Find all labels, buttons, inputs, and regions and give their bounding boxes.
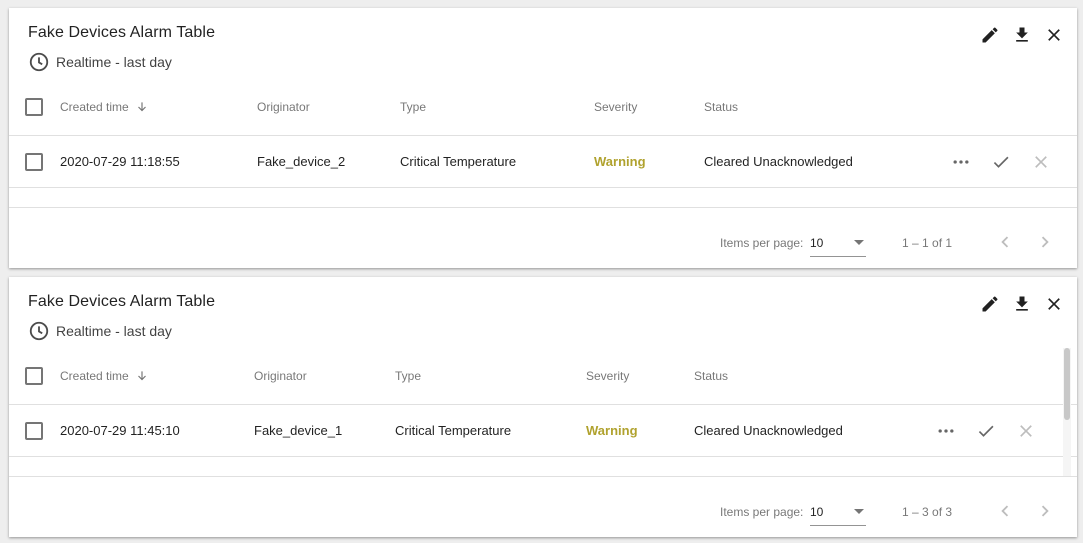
close-icon [1020, 424, 1032, 437]
alarm-table: Created time Originator Type Severity St… [9, 348, 1077, 457]
close-button[interactable] [1043, 24, 1065, 46]
header-originator[interactable]: Originator [254, 348, 307, 404]
chevron-left-icon [1001, 236, 1009, 248]
acknowledge-button[interactable] [974, 419, 998, 443]
timewindow-label: Realtime - last day [56, 323, 172, 339]
header-originator[interactable]: Originator [257, 79, 310, 135]
header-created-time-label: Created time [60, 100, 129, 114]
close-icon [1035, 155, 1047, 168]
items-per-page-value: 10 [810, 236, 824, 250]
divider [9, 207, 1077, 208]
close-icon [1048, 29, 1060, 41]
header-status[interactable]: Status [704, 79, 738, 135]
close-button[interactable] [1043, 293, 1065, 315]
download-icon [1016, 296, 1028, 311]
table-row[interactable]: 2020-07-29 11:18:55 Fake_device_2 Critic… [9, 136, 1077, 188]
pencil-icon [982, 27, 998, 43]
widget-title: Fake Devices Alarm Table [28, 24, 216, 41]
cell-severity: Warning [594, 154, 646, 169]
chevron-down-icon [854, 509, 864, 514]
cell-severity: Warning [586, 423, 638, 438]
download-icon [1016, 27, 1028, 42]
alarm-table-widget: Fake Devices Alarm Table Realtime - last… [9, 277, 1077, 537]
chevron-left-icon [1001, 505, 1009, 517]
header-created-time-label: Created time [60, 369, 129, 383]
cell-status: Cleared Unacknowledged [694, 423, 843, 438]
check-icon [978, 425, 994, 437]
divider [9, 476, 1077, 477]
header-type[interactable]: Type [400, 79, 426, 135]
cell-status: Cleared Unacknowledged [704, 154, 853, 169]
cell-created-time: 2020-07-29 11:18:55 [60, 154, 180, 169]
select-all-checkbox[interactable] [25, 98, 43, 116]
table-header: Created time Originator Type Severity St… [9, 79, 1077, 136]
row-checkbox[interactable] [25, 152, 43, 171]
select-all-checkbox[interactable] [25, 367, 43, 385]
table-header: Created time Originator Type Severity St… [9, 348, 1077, 405]
page-range: 1 – 3 of 3 [902, 505, 953, 519]
pencil-icon [982, 296, 998, 312]
items-per-page-label: Items per page: [720, 505, 804, 519]
arrow-down-icon [137, 371, 146, 381]
details-button[interactable] [949, 150, 973, 174]
cell-originator: Fake_device_1 [254, 423, 343, 438]
items-per-page-label: Items per page: [720, 236, 804, 250]
edit-button[interactable] [979, 24, 1001, 46]
header-severity[interactable]: Severity [594, 79, 637, 135]
items-per-page-value: 10 [810, 505, 824, 519]
clear-alarm-button[interactable] [1014, 419, 1038, 443]
clock-icon [29, 321, 49, 341]
details-button[interactable] [934, 419, 958, 443]
cell-type: Critical Temperature [395, 423, 512, 438]
items-per-page-select[interactable]: 10 [810, 228, 866, 257]
close-icon [1048, 298, 1060, 310]
previous-page-button[interactable] [989, 495, 1021, 527]
cell-originator: Fake_device_2 [257, 154, 346, 169]
next-page-button[interactable] [1029, 495, 1061, 527]
table-scrollbar[interactable] [1063, 348, 1071, 476]
header-created-time[interactable]: Created time [60, 348, 149, 404]
scrollbar-thumb[interactable] [1064, 348, 1070, 420]
alarm-table: Created time Originator Type Severity St… [9, 79, 1077, 188]
timewindow-label: Realtime - last day [56, 54, 172, 70]
chevron-right-icon [1041, 505, 1049, 517]
download-button[interactable] [1011, 293, 1033, 315]
chevron-down-icon [854, 240, 864, 245]
edit-button[interactable] [979, 293, 1001, 315]
alarm-table-widget: Fake Devices Alarm Table Realtime - last… [9, 8, 1077, 268]
row-checkbox[interactable] [25, 421, 43, 440]
clock-icon [29, 52, 49, 72]
timewindow[interactable]: Realtime - last day [28, 51, 172, 73]
widget-title: Fake Devices Alarm Table [28, 293, 216, 310]
next-page-button[interactable] [1029, 226, 1061, 258]
more-horiz-icon [953, 159, 969, 164]
header-type[interactable]: Type [395, 348, 421, 404]
acknowledge-button[interactable] [989, 150, 1013, 174]
header-severity[interactable]: Severity [586, 348, 629, 404]
table-row[interactable]: 2020-07-29 11:45:10 Fake_device_1 Critic… [9, 405, 1077, 457]
arrow-down-icon [137, 102, 146, 112]
clear-alarm-button[interactable] [1029, 150, 1053, 174]
header-created-time[interactable]: Created time [60, 79, 149, 135]
chevron-right-icon [1041, 236, 1049, 248]
cell-type: Critical Temperature [400, 154, 517, 169]
previous-page-button[interactable] [989, 226, 1021, 258]
download-button[interactable] [1011, 24, 1033, 46]
page-range: 1 – 1 of 1 [902, 236, 953, 250]
cell-created-time: 2020-07-29 11:45:10 [60, 423, 180, 438]
paginator: Items per page: 10 1 – 1 of 1 [9, 224, 1077, 264]
more-horiz-icon [938, 428, 954, 433]
timewindow[interactable]: Realtime - last day [28, 320, 172, 342]
header-status[interactable]: Status [694, 348, 728, 404]
paginator: Items per page: 10 1 – 3 of 3 [9, 493, 1077, 533]
check-icon [993, 156, 1009, 168]
items-per-page-select[interactable]: 10 [810, 497, 866, 526]
